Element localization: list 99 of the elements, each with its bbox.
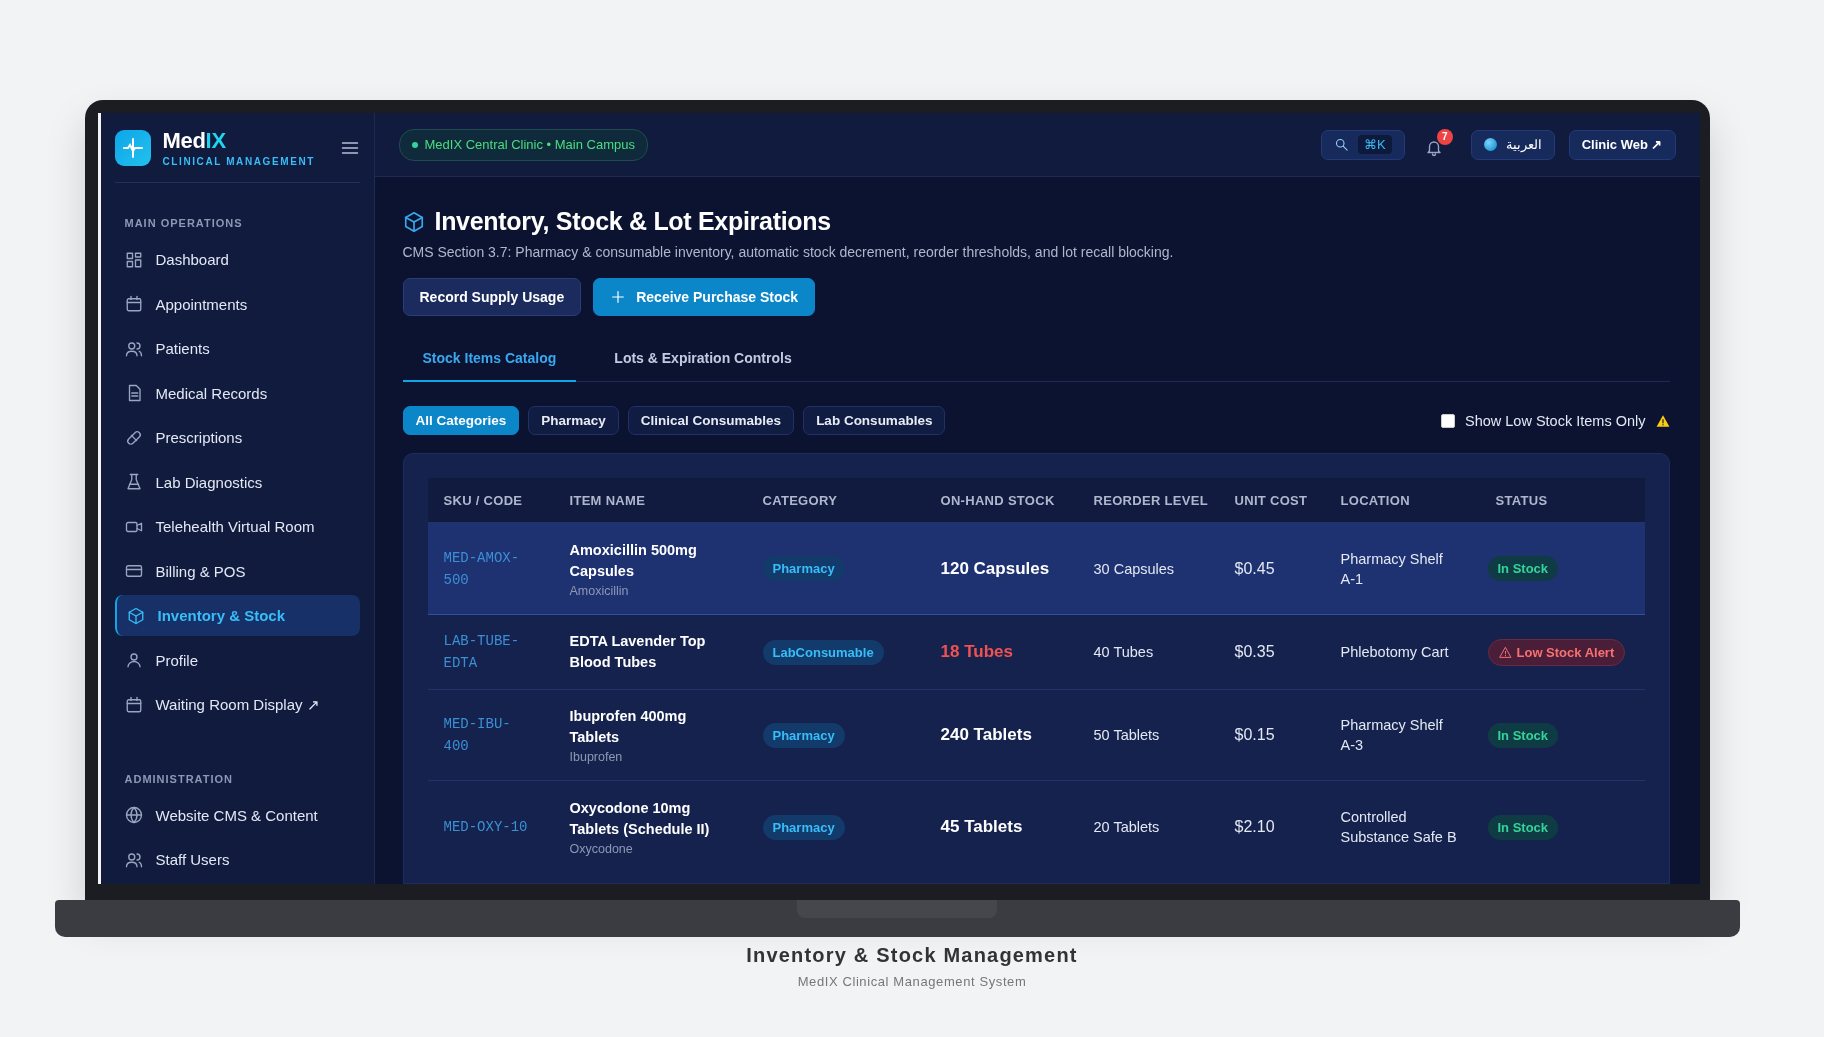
- column-header: SKU / CODE: [427, 478, 554, 523]
- users-icon: [124, 339, 143, 358]
- reorder-level: 50 Tablets: [1093, 727, 1160, 743]
- sidebar-item[interactable]: Lab Diagnostics: [114, 461, 360, 503]
- caption-title: Inventory & Stock Management: [746, 944, 1078, 967]
- reorder-level: 20 Tablets: [1093, 819, 1160, 836]
- location: Phlebotomy Cart: [1340, 643, 1450, 662]
- category-filter[interactable]: Clinical Consumables: [627, 406, 795, 435]
- location: Pharmacy Shelf A-1: [1340, 549, 1444, 589]
- sidebar-item[interactable]: Patients: [114, 328, 360, 369]
- tab[interactable]: Stock Items Catalog: [402, 336, 577, 382]
- table-row[interactable]: MED-IBU-400 Ibuprofen 400mg Tablets Ibuprofen Pharmacy 240 Tablets 50 Tablets $0.15 Pharmacy Shelf A-3 In Stock: [427, 689, 1645, 781]
- clinic-web-link[interactable]: Clinic Web ↗: [1568, 129, 1676, 160]
- sku-code: MED-AMOX-500: [443, 548, 521, 590]
- sidebar-item[interactable]: Dashboard: [114, 239, 360, 280]
- sku-code: MED-IBU-400: [443, 715, 512, 756]
- category-tag: Pharmacy: [762, 814, 845, 840]
- search-icon: [1334, 137, 1349, 152]
- warning-icon: [1655, 413, 1670, 428]
- receive-stock-button[interactable]: Receive Purchase Stock: [593, 278, 816, 316]
- notifications-button[interactable]: 7: [1418, 128, 1457, 161]
- calendar-icon: [124, 295, 143, 314]
- sidebar-item[interactable]: Waiting Room Display ↗: [114, 684, 360, 725]
- location: Pharmacy Shelf A-3: [1340, 716, 1444, 755]
- status-badge: Low Stock Alert: [1487, 638, 1626, 666]
- sidebar-item[interactable]: Inventory & Stock: [114, 595, 360, 636]
- sidebar-item[interactable]: Staff Users: [114, 839, 360, 880]
- item-name: Oxycodone 10mg Tablets (Schedule II): [569, 799, 711, 840]
- column-header: LOCATION: [1324, 478, 1480, 523]
- item-name: EDTA Lavender Top Blood Tubes: [569, 632, 707, 672]
- category-filter[interactable]: Pharmacy: [528, 406, 619, 435]
- section-heading: MAIN OPERATIONS: [124, 217, 244, 230]
- category-tag: Pharmacy: [762, 722, 845, 748]
- table-row[interactable]: MED-AMOX-500 Amoxicillin 500mg Capsules Amoxicillin Pharmacy 120 Capsules 30 Capsules $0.45 Pharmacy Shelf A-1 In Stock: [427, 522, 1645, 615]
- stock-quantity: 240 Tablets: [940, 725, 1032, 744]
- page-subtitle: CMS Section 3.7: Pharmacy & consumable inventory, automatic stock decrement, reorder thresholds, and lot recall blocking.: [402, 244, 1175, 260]
- unit-cost: $0.35: [1234, 643, 1275, 660]
- location: Controlled Substance Safe B: [1340, 808, 1458, 848]
- caption-subtitle: MedIX Clinical Management System: [797, 974, 1027, 989]
- stock-quantity: 18 Tubes: [940, 642, 1013, 661]
- item-name: Ibuprofen 400mg Tablets: [569, 707, 688, 747]
- warning-icon: [1498, 645, 1512, 659]
- search-button[interactable]: ⌘K: [1321, 129, 1405, 160]
- category-filter[interactable]: Lab Consumables: [803, 406, 946, 435]
- item-name: Amoxicillin 500mg Capsules: [569, 540, 698, 581]
- generic-name: Amoxicillin: [569, 583, 630, 598]
- column-header: STATUS: [1479, 478, 1645, 523]
- cube-icon: [402, 210, 425, 233]
- plus-icon: [610, 289, 627, 305]
- sidebar-item[interactable]: Medical Records: [114, 372, 360, 414]
- clinic-badge: MedIX Central Clinic • Main Campus: [398, 128, 648, 161]
- sidebar-item[interactable]: Appointments: [114, 283, 360, 325]
- sidebar-item[interactable]: Profile: [114, 639, 360, 681]
- record-usage-button[interactable]: Record Supply Usage: [402, 278, 582, 316]
- grid-icon: [124, 250, 143, 269]
- notification-count: 7: [1436, 128, 1453, 145]
- app-name: MedIX: [162, 128, 227, 155]
- column-header: UNIT COST: [1218, 478, 1325, 523]
- status-badge: In Stock: [1487, 814, 1559, 840]
- column-header: ITEM NAME: [553, 478, 747, 523]
- user-icon: [124, 651, 143, 670]
- unit-cost: $0.45: [1234, 559, 1275, 577]
- generic-name: Ibuprofen: [569, 750, 624, 764]
- calendar-icon: [124, 695, 143, 714]
- category-tag: LabConsumable: [762, 639, 884, 665]
- column-header: REORDER LEVEL: [1077, 478, 1219, 523]
- users-icon: [124, 850, 143, 869]
- unit-cost: $2.10: [1234, 818, 1275, 836]
- tab[interactable]: Lots & Expiration Controls: [594, 336, 812, 382]
- bell-icon: [1424, 138, 1443, 157]
- checkbox[interactable]: [1441, 413, 1455, 428]
- language-button[interactable]: العربية: [1470, 129, 1555, 160]
- sidebar-item[interactable]: Billing & POS: [114, 550, 360, 592]
- page-title: Inventory, Stock & Lot Expirations: [434, 207, 831, 236]
- stock-quantity: 120 Capsules: [940, 558, 1050, 578]
- generic-name: Oxycodone: [569, 842, 634, 857]
- pill-icon: [124, 428, 143, 447]
- sidebar-item[interactable]: Telehealth Virtual Room: [114, 506, 360, 547]
- category-tag: Pharmacy: [762, 556, 845, 581]
- unit-cost: $0.15: [1234, 726, 1275, 743]
- column-header: CATEGORY: [746, 478, 925, 523]
- logo-icon: [114, 129, 151, 166]
- status-badge: In Stock: [1487, 722, 1559, 748]
- sidebar-item[interactable]: Prescriptions: [114, 417, 360, 458]
- status-badge: In Stock: [1487, 556, 1559, 581]
- sku-code: MED-OXY-10: [443, 818, 529, 838]
- flask-icon: [124, 473, 143, 492]
- checkbox-label: Show Low Stock Items Only: [1465, 412, 1646, 429]
- table-row[interactable]: LAB-TUBE-EDTA EDTA Lavender Top Blood Tubes LabConsumable 18 Tubes 40 Tubes $0.35 Phlebotomy Cart Low Stock Alert: [427, 614, 1645, 690]
- app-tagline: CLINICAL MANAGEMENT: [162, 156, 316, 168]
- reorder-level: 40 Tubes: [1093, 644, 1154, 660]
- sidebar-item[interactable]: Website CMS & Content: [114, 794, 360, 836]
- category-filter[interactable]: All Categories: [402, 406, 520, 435]
- section-heading: ADMINISTRATION: [124, 772, 234, 785]
- sku-code: LAB-TUBE-EDTA: [443, 632, 521, 673]
- cube-icon: [126, 606, 145, 625]
- column-header: ON-HAND STOCK: [924, 478, 1078, 523]
- reorder-level: 30 Capsules: [1093, 560, 1175, 577]
- stock-quantity: 45 Tablets: [940, 817, 1023, 837]
